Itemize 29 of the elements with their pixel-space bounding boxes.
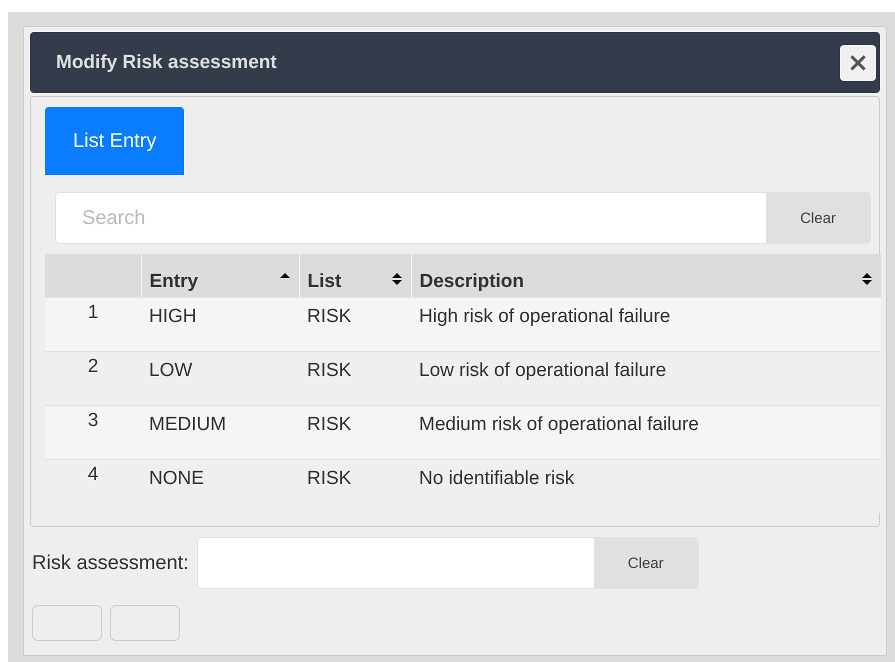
column-header[interactable]: Description bbox=[420, 270, 524, 292]
search-field[interactable]: Search Clear bbox=[55, 192, 871, 244]
row-number: 3 bbox=[88, 410, 98, 430]
table-cell: Medium risk of operational failure bbox=[419, 414, 699, 434]
sort-icon[interactable] bbox=[861, 270, 873, 286]
dialog-title: Modify Risk assessment bbox=[56, 52, 277, 74]
table-cell: MEDIUM bbox=[149, 414, 226, 434]
input-field[interactable]: Clear bbox=[196, 537, 699, 589]
clear-button[interactable]: Clear bbox=[594, 538, 698, 588]
table-cell: RISK bbox=[307, 468, 352, 488]
table-cell: NONE bbox=[149, 468, 204, 488]
table-cell: High risk of operational failure bbox=[419, 306, 670, 326]
close-button[interactable]: × bbox=[840, 44, 876, 80]
row-number: 1 bbox=[88, 302, 98, 322]
column-header[interactable]: Entry bbox=[150, 270, 198, 292]
field-label: Risk assessment: bbox=[32, 552, 189, 574]
table-cell: HIGH bbox=[149, 306, 196, 326]
tab[interactable]: List Entry bbox=[45, 107, 184, 175]
table-cell: No identifiable risk bbox=[419, 468, 574, 488]
clear-button[interactable]: Clear bbox=[766, 193, 870, 243]
table-cell: Low risk of operational failure bbox=[419, 360, 666, 380]
table-cell: LOW bbox=[149, 360, 192, 380]
column-header[interactable]: List bbox=[308, 270, 342, 292]
table-cell: RISK bbox=[307, 306, 352, 326]
table-cell: RISK bbox=[307, 360, 352, 380]
row-number: 4 bbox=[88, 464, 98, 484]
row-number: 2 bbox=[88, 356, 98, 376]
table-cell: RISK bbox=[307, 414, 352, 434]
sort-icon[interactable] bbox=[390, 270, 402, 286]
